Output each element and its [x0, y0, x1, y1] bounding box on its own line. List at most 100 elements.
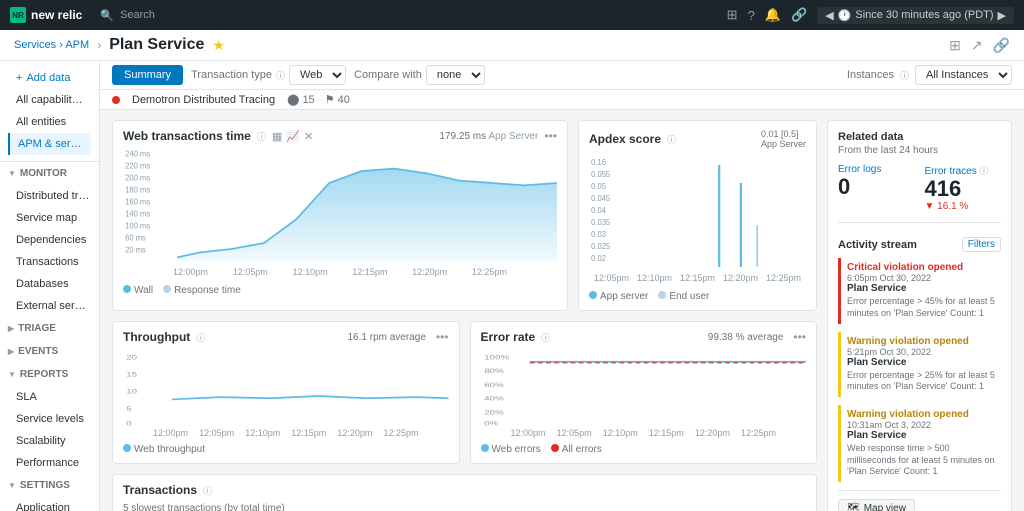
link-icon: 🔗: [993, 37, 1010, 54]
svg-text:60 ms: 60 ms: [125, 233, 146, 242]
sidebar-events-header[interactable]: ▶ Events: [0, 340, 99, 363]
right-panel: Related data From the last 24 hours Erro…: [827, 120, 1012, 511]
time-arrow-left[interactable]: ◀: [825, 9, 833, 22]
status-counts: ⬤ 15 ⚑ 40: [287, 93, 350, 106]
svg-text:15: 15: [126, 370, 137, 378]
sidebar-item-sla[interactable]: SLA: [0, 386, 99, 408]
er-x-axis: 12:00pm12:05pm12:10pm12:15pm12:20pm12:25…: [481, 428, 807, 440]
search-label[interactable]: Search: [120, 9, 155, 21]
bottom-charts-row: Throughput ⓘ 16.1 rpm average ••• 20 15 …: [112, 321, 817, 464]
wt-chart-area: 240 ms 220 ms 200 ms 180 ms 160 ms 140 m…: [123, 147, 557, 267]
transaction-type-label: Transaction type: [191, 69, 272, 81]
instances-select[interactable]: All Instances: [915, 65, 1012, 85]
filters-button[interactable]: Filters: [962, 237, 1001, 252]
activity-divider: [838, 222, 1001, 231]
svg-text:20%: 20%: [484, 408, 504, 416]
time-arrow-right[interactable]: ▶: [998, 9, 1006, 22]
sidebar-item-add-data[interactable]: + Add data: [8, 67, 91, 89]
activity-item-header: Warning violation opened: [847, 336, 995, 347]
clock-icon: 🕐: [838, 9, 852, 22]
related-data-sub: From the last 24 hours: [838, 145, 1001, 156]
topbar-nav: 🔍 Search: [100, 9, 718, 22]
info-icon-wt: ⓘ: [257, 130, 266, 143]
svg-text:0.045: 0.045: [591, 194, 611, 203]
activity-item-header: Warning violation opened: [847, 409, 995, 420]
content: Summary Transaction type ⓘ Web Compare w…: [100, 61, 1024, 511]
transaction-type-group: Transaction type ⓘ Web: [191, 65, 346, 85]
compare-with-select[interactable]: none: [426, 65, 485, 85]
favorite-star[interactable]: ★: [212, 37, 225, 54]
time-label: Since 30 minutes ago (PDT): [855, 9, 993, 21]
throughput-svg: 20 15 10 5 0: [123, 348, 449, 428]
activity-title: Activity stream Filters: [838, 237, 1001, 252]
activity-item-header: Critical violation opened: [847, 262, 995, 273]
web-transactions-title: Web transactions time: [123, 129, 251, 143]
activity-item: Warning violation opened 10:31am Oct 3, …: [838, 405, 1001, 482]
sidebar-monitor-header[interactable]: ▼ Monitor: [0, 162, 99, 185]
transactions-section: Transactions ⓘ 5 slowest transactions (b…: [112, 474, 817, 511]
sidebar-triage-header[interactable]: ▶ Triage: [0, 317, 99, 340]
svg-text:0.035: 0.035: [591, 218, 611, 227]
svg-text:80%: 80%: [484, 367, 504, 375]
svg-text:160 ms: 160 ms: [125, 197, 150, 206]
wt-legend: Wall Response time: [123, 285, 557, 296]
panels: Web transactions time ⓘ ▦ 📈 ✕ 179.25 ms …: [100, 110, 1024, 511]
status-dot: [112, 96, 120, 104]
error-rate-chart: Error rate ⓘ 99.38 % average ••• 100% 80…: [470, 321, 818, 464]
sidebar-item-dependencies[interactable]: Dependencies: [0, 229, 99, 251]
sidebar-item-all-capabilities[interactable]: All capabilities: [8, 89, 91, 111]
activity-item-service: Plan Service: [847, 430, 995, 441]
sidebar-settings-section: ▼ Settings Application Alert conditions …: [0, 474, 99, 511]
svg-text:0%: 0%: [484, 419, 499, 427]
sidebar-item-transactions[interactable]: Transactions: [0, 251, 99, 273]
sidebar-events-section: ▶ Events: [0, 340, 99, 363]
chevron-right-icon: ▶: [8, 324, 14, 333]
search-icon: 🔍: [100, 9, 114, 22]
chart-icons-wt: ▦ 📈 ✕: [272, 130, 313, 143]
throughput-header: Throughput ⓘ 16.1 rpm average •••: [123, 330, 449, 344]
plus-icon: +: [16, 72, 22, 84]
chart-more-tp[interactable]: •••: [436, 330, 449, 344]
sidebar-item-service-levels[interactable]: Service levels: [0, 408, 99, 430]
sidebar-item-databases[interactable]: Databases: [0, 273, 99, 295]
summary-tab[interactable]: Summary: [112, 65, 183, 85]
throughput-chart-area: 20 15 10 5 0: [123, 348, 449, 428]
page-header: Services › APM › Plan Service ★ ⊞ ↗ 🔗: [0, 30, 1024, 61]
error-logs-count: 0: [838, 175, 915, 199]
sidebar-item-external-services[interactable]: External services: [0, 295, 99, 317]
svg-text:0.02: 0.02: [591, 254, 606, 263]
chart-icon-line[interactable]: 📈: [286, 130, 300, 143]
chart-icon-expand[interactable]: ✕: [304, 130, 313, 143]
sidebar-item-scalability[interactable]: Scalability: [0, 430, 99, 452]
chart-more-er[interactable]: •••: [793, 330, 806, 344]
transaction-type-select[interactable]: Web: [289, 65, 346, 85]
sidebar-item-application[interactable]: Application: [0, 497, 99, 511]
svg-text:200 ms: 200 ms: [125, 173, 150, 182]
activity-item-desc: Error percentage > 45% for at least 5 mi…: [847, 296, 995, 319]
compare-with-group: Compare with none: [354, 65, 485, 85]
service-name[interactable]: Demotron Distributed Tracing: [132, 94, 275, 106]
page-header-icons: ⊞ ↗ 🔗: [949, 37, 1010, 54]
chevron-down-icon: ▼: [8, 169, 16, 178]
map-view-button[interactable]: 🗺 Map view: [838, 499, 915, 511]
wt-x-axis: 12:00pm12:05pm12:10pm12:15pm12:20pm12:25…: [123, 267, 557, 281]
sidebar-item-performance[interactable]: Performance: [0, 452, 99, 474]
sidebar-reports-header[interactable]: ▼ Reports: [0, 363, 99, 386]
tp-legend: Web throughput: [123, 444, 449, 455]
sidebar-item-service-map[interactable]: Service map: [0, 207, 99, 229]
sidebar-item-distributed-tracing[interactable]: Distributed tracing: [0, 185, 99, 207]
activity-items: Critical violation opened 6:05pm Oct 30,…: [838, 258, 1001, 482]
svg-text:0.025: 0.025: [591, 242, 611, 251]
apdex-chart: Apdex score ⓘ 0.01 [0.5]App Server 0.16 …: [578, 120, 817, 311]
sidebar-triage-section: ▶ Triage: [0, 317, 99, 340]
topbar: NR new relic 🔍 Search ⊞ ? 🔔 🔗 ◀ 🕐 Since …: [0, 0, 1024, 30]
page-title: Plan Service: [109, 36, 204, 54]
sidebar-item-all-entities[interactable]: All entities: [8, 111, 91, 133]
chart-icon-bar[interactable]: ▦: [272, 130, 282, 143]
svg-text:0: 0: [126, 419, 132, 427]
sidebar-item-apm-services[interactable]: APM & services: [8, 133, 91, 155]
time-range[interactable]: ◀ 🕐 Since 30 minutes ago (PDT) ▶: [817, 7, 1014, 24]
chart-more-wt[interactable]: •••: [544, 129, 557, 143]
sidebar-settings-header[interactable]: ▼ Settings: [0, 474, 99, 497]
apdex-title: Apdex score: [589, 132, 661, 146]
